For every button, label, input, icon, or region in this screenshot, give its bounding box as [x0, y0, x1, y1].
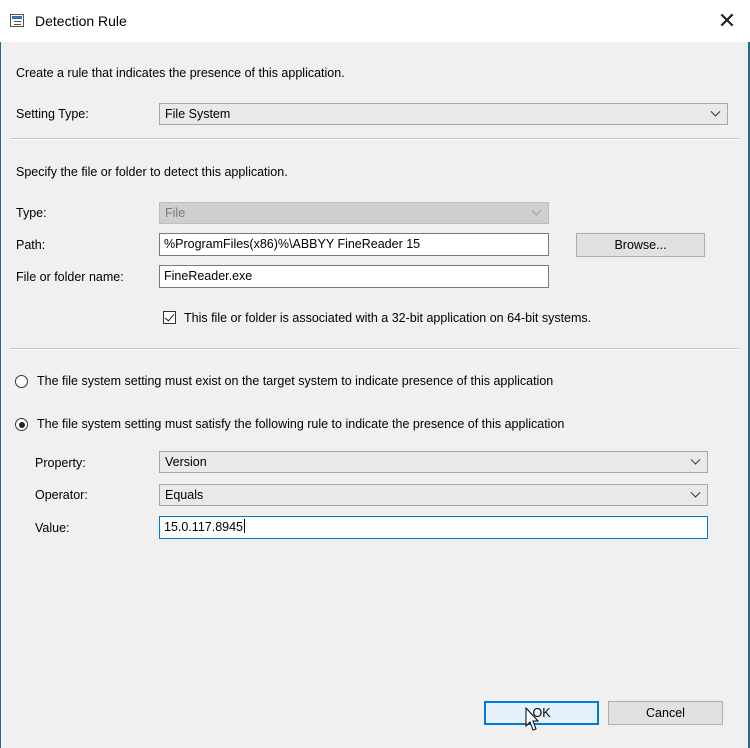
type-dropdown: File	[159, 202, 549, 224]
chevron-down-icon	[709, 104, 721, 124]
radio-rule[interactable]	[15, 418, 28, 431]
value-label: Value:	[35, 521, 70, 535]
operator-label: Operator:	[35, 488, 88, 502]
dialog-frame	[0, 42, 750, 748]
close-button[interactable]: ✕	[704, 0, 750, 42]
path-value: %ProgramFiles(x86)%\ABBYY FineReader 15	[164, 237, 421, 251]
value-text: 15.0.117.8945	[164, 520, 244, 534]
title-bar: Detection Rule ✕	[0, 0, 750, 42]
radio-rule-label[interactable]: The file system setting must satisfy the…	[37, 417, 564, 431]
file-name-label: File or folder name:	[16, 270, 124, 284]
separator	[10, 348, 740, 350]
chevron-down-icon	[689, 452, 701, 472]
path-input[interactable]: %ProgramFiles(x86)%\ABBYY FineReader 15	[159, 233, 549, 256]
ok-button[interactable]: OK	[484, 701, 599, 725]
specify-text: Specify the file or folder to detect thi…	[16, 165, 288, 179]
cancel-button[interactable]: Cancel	[608, 701, 723, 725]
chevron-down-icon	[530, 203, 542, 223]
file-name-value: FineReader.exe	[164, 269, 253, 283]
mouse-cursor-icon	[525, 707, 540, 731]
type-label: Type:	[16, 206, 47, 220]
window-app-icon	[10, 14, 24, 27]
radio-exist[interactable]	[15, 375, 28, 388]
setting-type-label: Setting Type:	[16, 107, 89, 121]
bit32-checkbox-label[interactable]: This file or folder is associated with a…	[184, 311, 591, 325]
setting-type-dropdown[interactable]: File System	[159, 103, 728, 125]
property-label: Property:	[35, 456, 86, 470]
separator	[10, 138, 740, 140]
text-caret	[244, 519, 246, 533]
operator-dropdown[interactable]: Equals	[159, 484, 708, 506]
path-label: Path:	[16, 238, 46, 252]
property-dropdown[interactable]: Version	[159, 451, 708, 473]
radio-exist-label[interactable]: The file system setting must exist on th…	[37, 374, 553, 388]
intro-text: Create a rule that indicates the presenc…	[16, 66, 345, 80]
chevron-down-icon	[689, 485, 701, 505]
close-icon: ✕	[717, 8, 737, 33]
type-value: File	[165, 206, 186, 220]
setting-type-value: File System	[165, 107, 231, 121]
property-value: Version	[165, 455, 207, 469]
browse-button[interactable]: Browse...	[576, 233, 705, 257]
file-name-input[interactable]: FineReader.exe	[159, 265, 549, 288]
value-input[interactable]: 15.0.117.8945	[159, 516, 708, 539]
bit32-checkbox[interactable]	[163, 311, 176, 324]
operator-value: Equals	[165, 488, 204, 502]
window-title: Detection Rule	[35, 13, 127, 29]
